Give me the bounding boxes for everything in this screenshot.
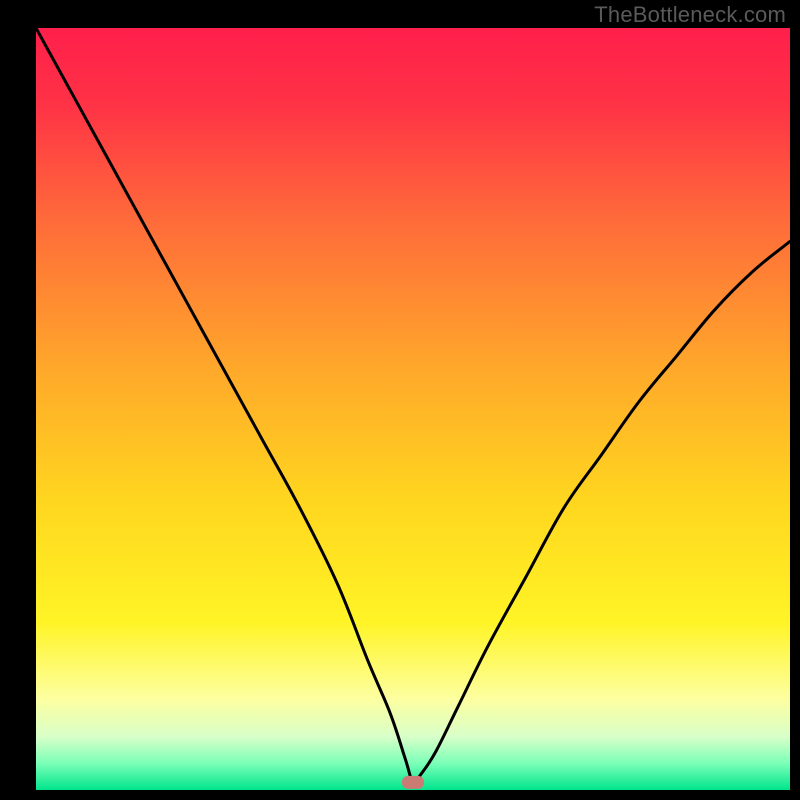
chart-container: TheBottleneck.com	[0, 0, 800, 800]
optimal-marker	[402, 776, 424, 789]
plot-background	[36, 28, 790, 790]
bottleneck-chart	[0, 0, 800, 800]
watermark-text: TheBottleneck.com	[594, 2, 786, 28]
